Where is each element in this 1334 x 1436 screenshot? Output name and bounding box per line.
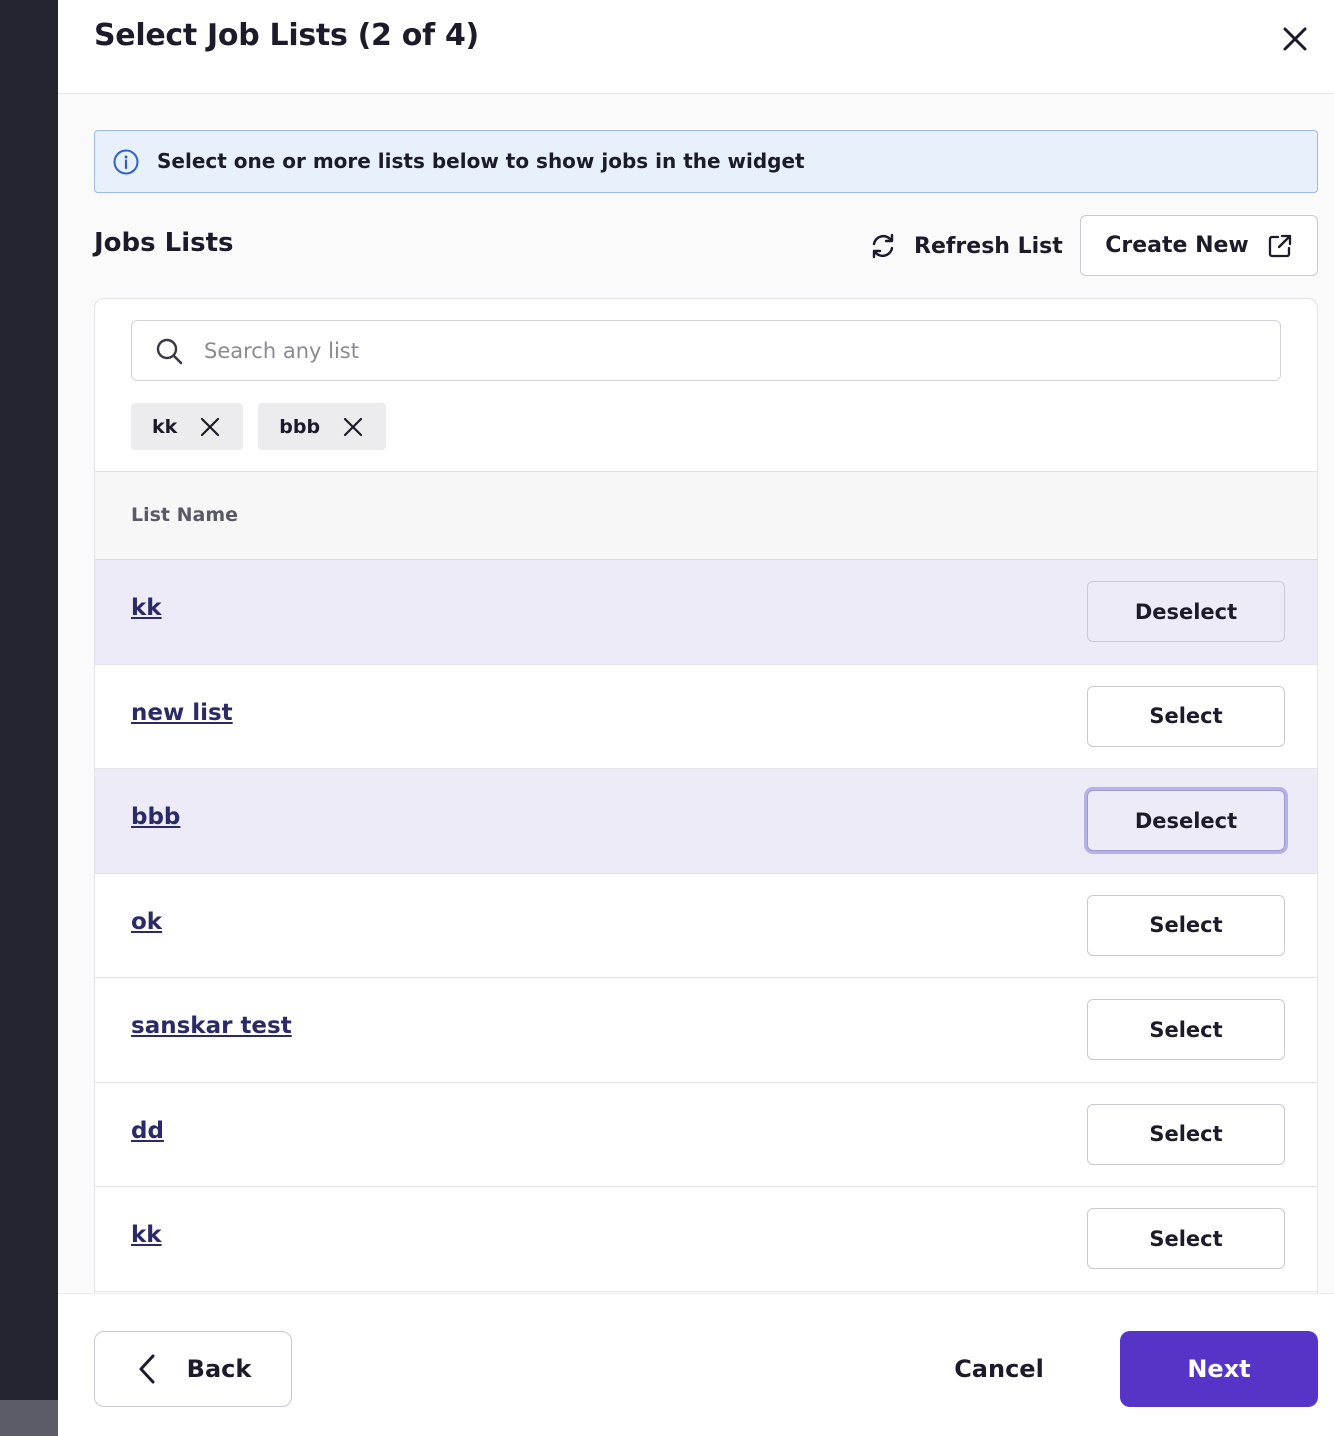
dialog-title: Select Job Lists (2 of 4) bbox=[94, 18, 479, 53]
list-name-link[interactable]: kk bbox=[131, 1222, 162, 1248]
back-label: Back bbox=[186, 1355, 252, 1383]
table-row: dd Select bbox=[95, 1082, 1317, 1187]
table-row: kk Select bbox=[95, 1187, 1317, 1292]
close-icon bbox=[1283, 27, 1307, 51]
list-name-link[interactable]: dd bbox=[131, 1118, 164, 1144]
table-header: List Name bbox=[95, 471, 1317, 560]
list-name-link[interactable]: sanskar test bbox=[131, 1013, 292, 1039]
search-input[interactable] bbox=[204, 331, 1264, 371]
remove-chip-icon[interactable] bbox=[199, 416, 221, 438]
table-body: kk Deselect new list Select bbb Deselect… bbox=[95, 560, 1317, 1292]
refresh-list-label: Refresh List bbox=[914, 233, 1063, 259]
page-backdrop bbox=[0, 0, 58, 1436]
list-name-link[interactable]: new list bbox=[131, 700, 233, 726]
search-icon bbox=[156, 338, 183, 365]
refresh-icon bbox=[872, 233, 894, 259]
chip-label: kk bbox=[152, 415, 178, 438]
info-banner: Select one or more lists below to show j… bbox=[94, 130, 1318, 193]
back-button[interactable]: Back bbox=[94, 1331, 292, 1407]
dialog-footer: Back Cancel Next bbox=[58, 1293, 1334, 1436]
job-lists-card: kk bbb List Name kk Desele bbox=[94, 298, 1318, 1293]
info-banner-text: Select one or more lists below to show j… bbox=[157, 149, 805, 173]
next-button[interactable]: Next bbox=[1120, 1331, 1318, 1407]
selected-chip: kk bbox=[131, 403, 244, 450]
search-box bbox=[131, 320, 1281, 381]
select-button[interactable]: Select bbox=[1087, 999, 1285, 1060]
select-job-lists-dialog: Select Job Lists (2 of 4) Select one or … bbox=[58, 0, 1334, 1436]
selected-chips: kk bbb bbox=[131, 403, 401, 450]
select-button[interactable]: Select bbox=[1087, 685, 1285, 747]
create-new-label: Create New bbox=[1105, 233, 1249, 258]
external-link-icon bbox=[1268, 234, 1291, 257]
cancel-button[interactable]: Cancel bbox=[928, 1331, 1070, 1407]
info-icon bbox=[113, 149, 139, 175]
table-row: new list Select bbox=[95, 664, 1317, 769]
create-new-button[interactable]: Create New bbox=[1080, 215, 1318, 276]
column-header-list-name: List Name bbox=[131, 504, 239, 526]
select-button[interactable]: Select bbox=[1087, 1208, 1285, 1269]
select-button[interactable]: Select bbox=[1087, 894, 1285, 956]
list-name-link[interactable]: kk bbox=[131, 595, 162, 621]
remove-chip-icon[interactable] bbox=[342, 416, 364, 438]
select-button[interactable]: Select bbox=[1087, 1103, 1285, 1165]
list-name-link[interactable]: bbb bbox=[131, 804, 180, 830]
deselect-button[interactable]: Deselect bbox=[1087, 581, 1285, 642]
close-button[interactable] bbox=[1278, 22, 1312, 56]
table-row: sanskar test Select bbox=[95, 978, 1317, 1083]
section-title: Jobs Lists bbox=[94, 228, 234, 258]
selected-chip: bbb bbox=[258, 403, 387, 450]
dialog-body: Select one or more lists below to show j… bbox=[58, 94, 1334, 1293]
table-row: kk Deselect bbox=[95, 560, 1317, 665]
chip-label: bbb bbox=[279, 415, 321, 438]
chevron-left-icon bbox=[139, 1354, 155, 1384]
backdrop-strip bbox=[0, 1400, 58, 1436]
list-name-link[interactable]: ok bbox=[131, 909, 162, 935]
table-row: bbb Deselect bbox=[95, 769, 1317, 874]
table-row: ok Select bbox=[95, 873, 1317, 978]
dialog-header: Select Job Lists (2 of 4) bbox=[58, 0, 1334, 94]
refresh-list-button[interactable]: Refresh List bbox=[868, 218, 1063, 274]
deselect-button[interactable]: Deselect bbox=[1087, 790, 1285, 851]
